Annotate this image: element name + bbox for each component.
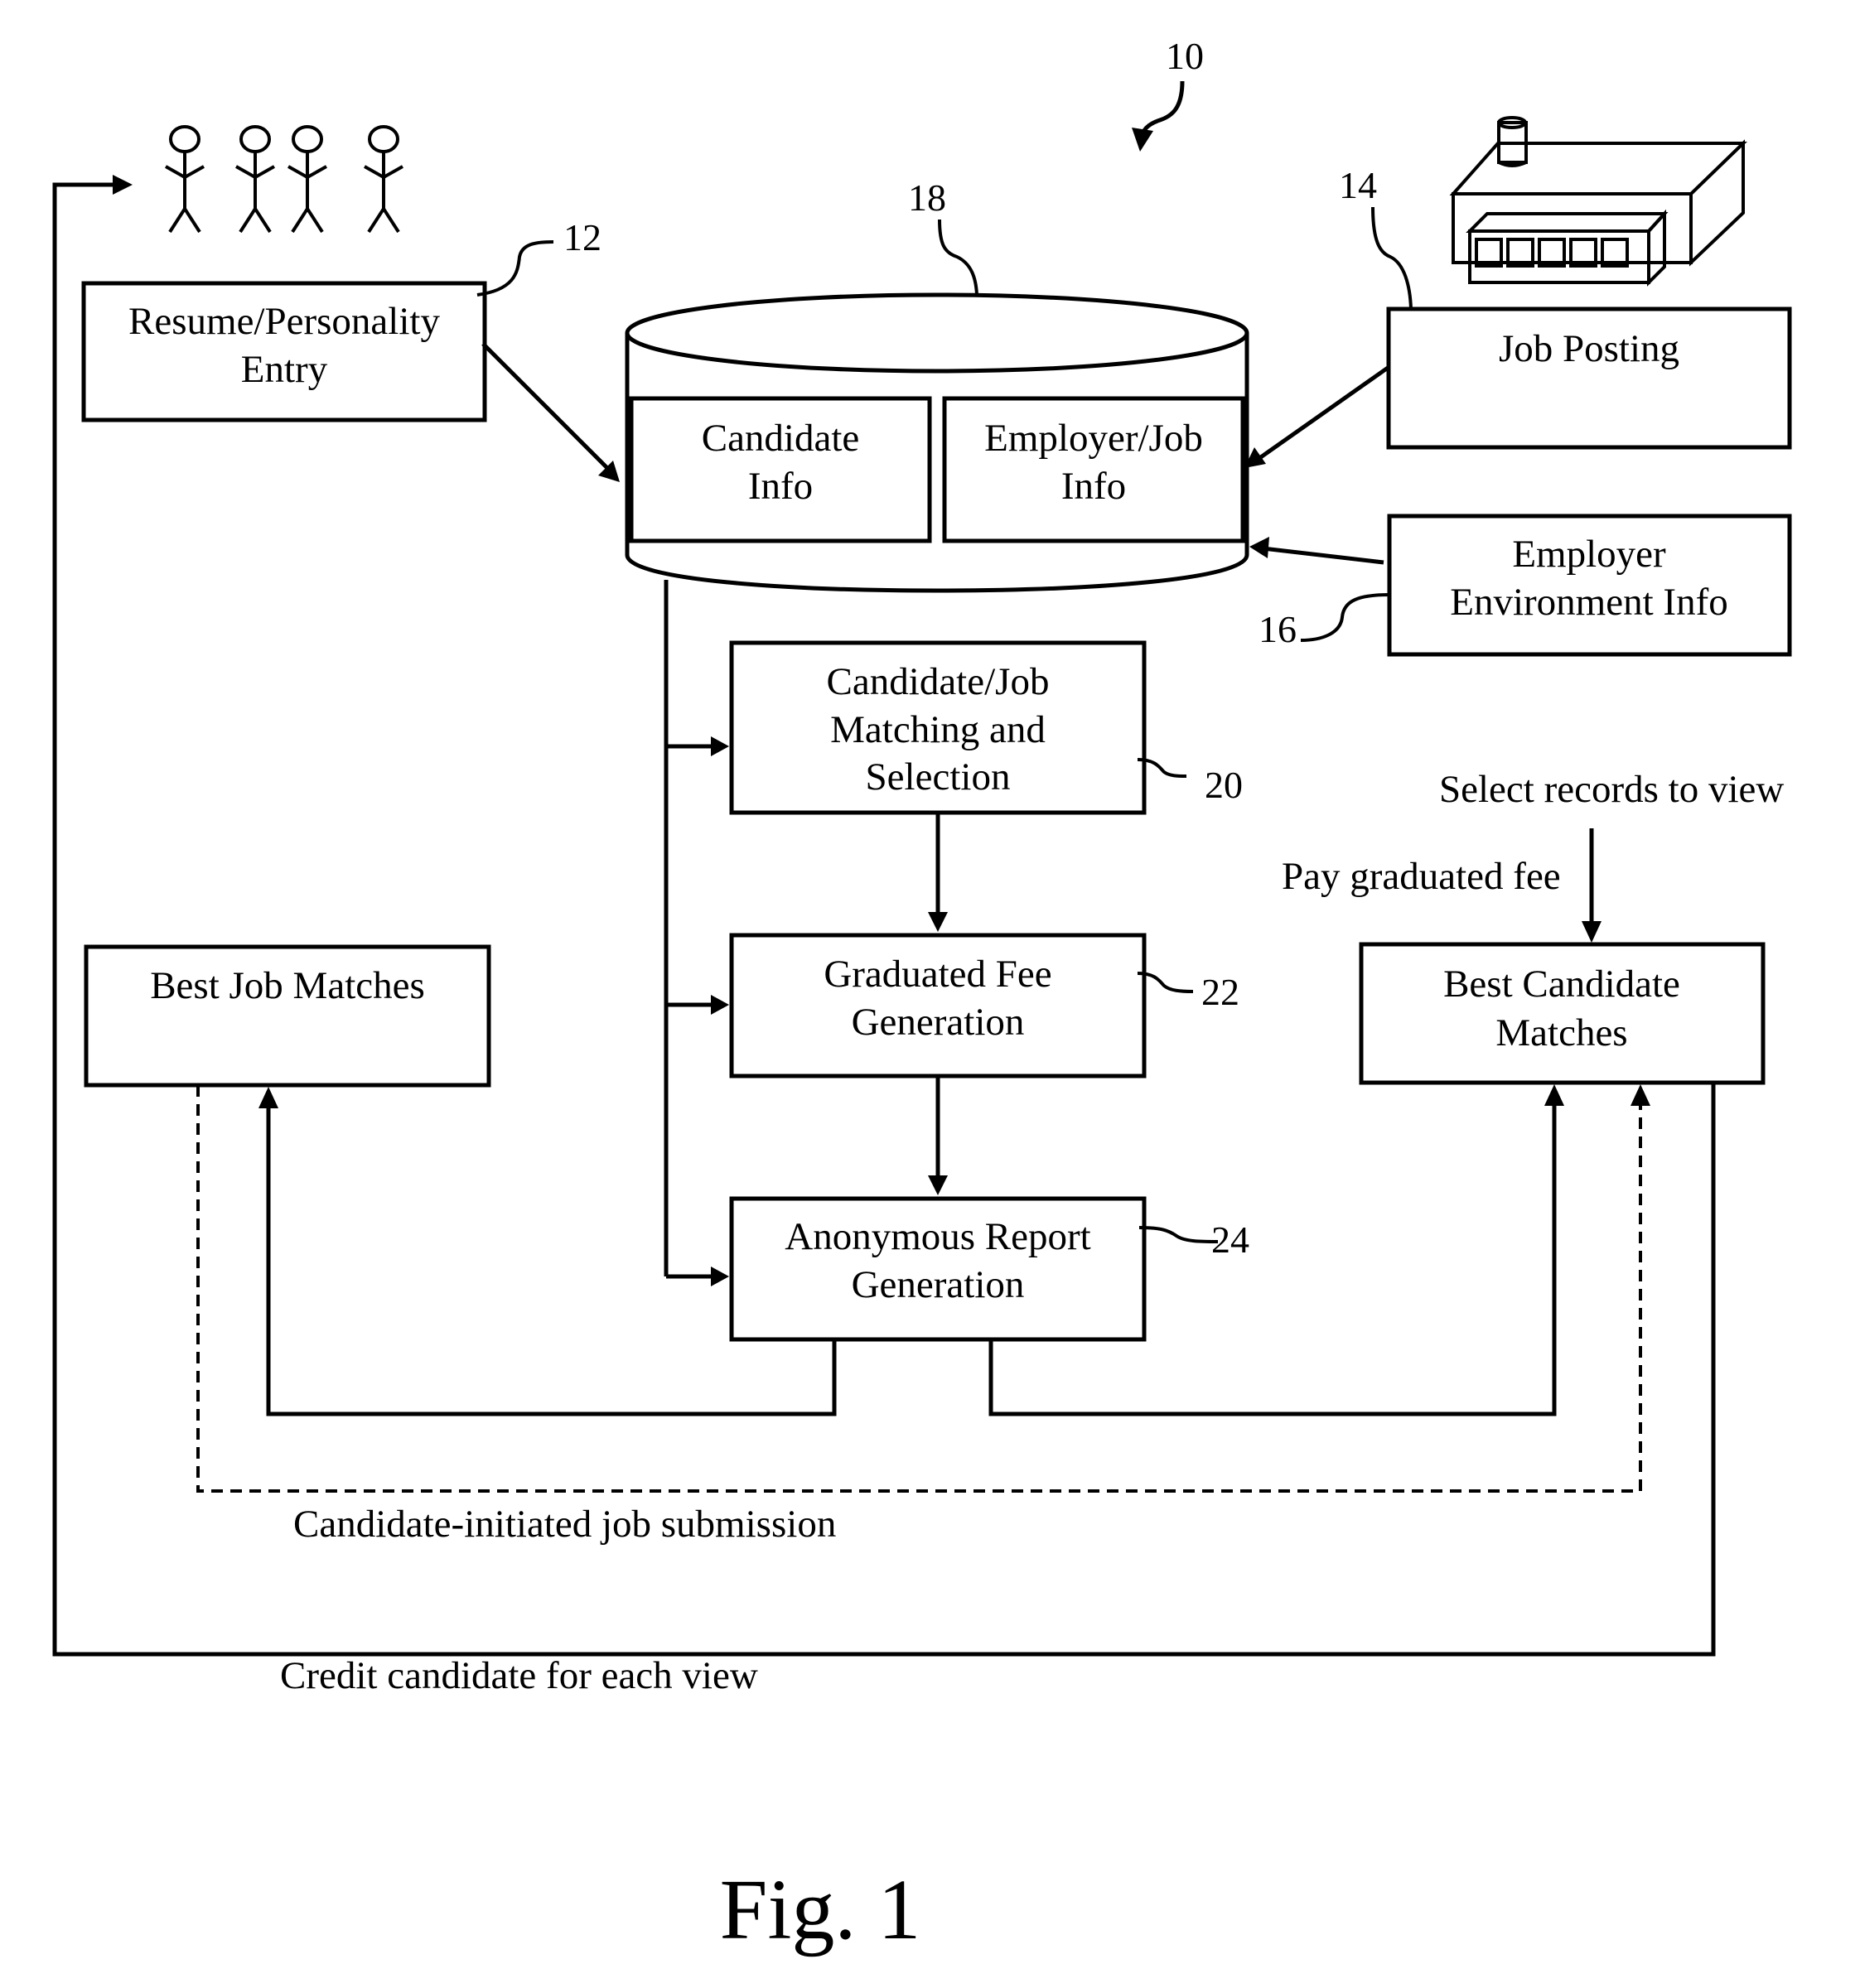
stick-figure-icon [165, 125, 205, 234]
select-records-label: Select records to view [1439, 768, 1784, 811]
anonymous-report-box: Anonymous Report Generation [729, 1196, 1147, 1342]
matching-label-line1: Candidate/Job [827, 660, 1050, 703]
arrowhead [1631, 1084, 1650, 1106]
system-ref-arrow [1132, 80, 1185, 152]
arrow-job-posting-to-db [1254, 365, 1389, 463]
job-posting-label: Job Posting [1499, 327, 1679, 370]
leader-12 [476, 240, 554, 297]
arrowhead [1582, 921, 1602, 943]
arrowhead [1249, 537, 1269, 558]
pay-fee-label: Pay graduated fee [1282, 855, 1561, 898]
arrow-environment-to-db [1262, 546, 1384, 565]
ref-label-20: 20 [1205, 764, 1243, 806]
report-label-line1: Anonymous Report [785, 1215, 1090, 1258]
arrowhead [928, 1175, 948, 1195]
arrowhead [1544, 1084, 1564, 1106]
ref-label-22: 22 [1201, 971, 1239, 1013]
arrow-resume-to-db [481, 342, 615, 475]
candidate-info-box: Candidate Info [629, 396, 932, 543]
matching-label-line2: Matching and [830, 708, 1046, 751]
stick-figure-icon [364, 125, 403, 234]
graduated-fee-box: Graduated Fee Generation [729, 933, 1147, 1078]
leader-18 [938, 219, 978, 296]
credit-candidate-label: Credit candidate for each view [280, 1654, 758, 1697]
ref-label-10: 10 [1166, 35, 1204, 77]
ref-label-24: 24 [1211, 1218, 1249, 1261]
employer-environment-label-line2: Environment Info [1450, 581, 1727, 624]
employer-environment-label-line1: Employer [1512, 533, 1666, 576]
leader-16 [1300, 593, 1390, 642]
fee-label-line1: Graduated Fee [824, 953, 1051, 996]
people-icon [165, 125, 403, 234]
candidate-info-label-line1: Candidate [702, 417, 860, 460]
matching-label-line3: Selection [866, 755, 1011, 799]
fee-label-line2: Generation [852, 1001, 1025, 1044]
candidate-info-label-line2: Info [748, 465, 813, 508]
arrowhead [258, 1087, 278, 1108]
arrowhead [711, 1267, 729, 1286]
ref-label-12: 12 [563, 216, 601, 258]
arrowhead [928, 912, 948, 932]
employer-environment-box: Employer Environment Info [1387, 514, 1792, 657]
candidate-submission-label: Candidate-initiated job submission [293, 1503, 836, 1546]
ref-label-16: 16 [1259, 608, 1297, 650]
best-candidate-matches-label-line1: Best Candidate [1443, 963, 1680, 1006]
factory-icon [1449, 116, 1747, 287]
arrowhead [113, 175, 133, 195]
patent-diagram: 10 Resume/Personality Entry 12 18 Candid… [52, 35, 1792, 1957]
leader-24 [1138, 1226, 1219, 1243]
report-label-line2: Generation [852, 1263, 1025, 1306]
arrowhead [711, 736, 729, 756]
stick-figure-icon [235, 125, 275, 234]
best-candidate-matches-box: Best Candidate Matches [1359, 942, 1766, 1085]
employer-job-info-label-line1: Employer/Job [984, 417, 1203, 460]
employer-job-info-box: Employer/Job Info [942, 396, 1245, 543]
resume-entry-box: Resume/Personality Entry [81, 281, 487, 422]
best-job-matches-box: Best Job Matches [84, 944, 491, 1088]
leader-14 [1371, 206, 1413, 310]
resume-entry-label-line1: Resume/Personality [128, 300, 440, 343]
ref-label-18: 18 [908, 176, 946, 219]
matching-selection-box: Candidate/Job Matching and Selection [729, 640, 1147, 815]
job-posting-box: Job Posting [1386, 306, 1792, 450]
resume-entry-label-line2: Entry [241, 348, 328, 391]
employer-job-info-label-line2: Info [1061, 465, 1126, 508]
best-job-matches-label: Best Job Matches [150, 964, 425, 1007]
best-candidate-matches-label-line2: Matches [1495, 1011, 1627, 1054]
ref-label-14: 14 [1339, 164, 1377, 206]
arrowhead [711, 995, 729, 1015]
stick-figure-icon [287, 125, 327, 234]
figure-caption: Fig. 1 [720, 1862, 921, 1957]
